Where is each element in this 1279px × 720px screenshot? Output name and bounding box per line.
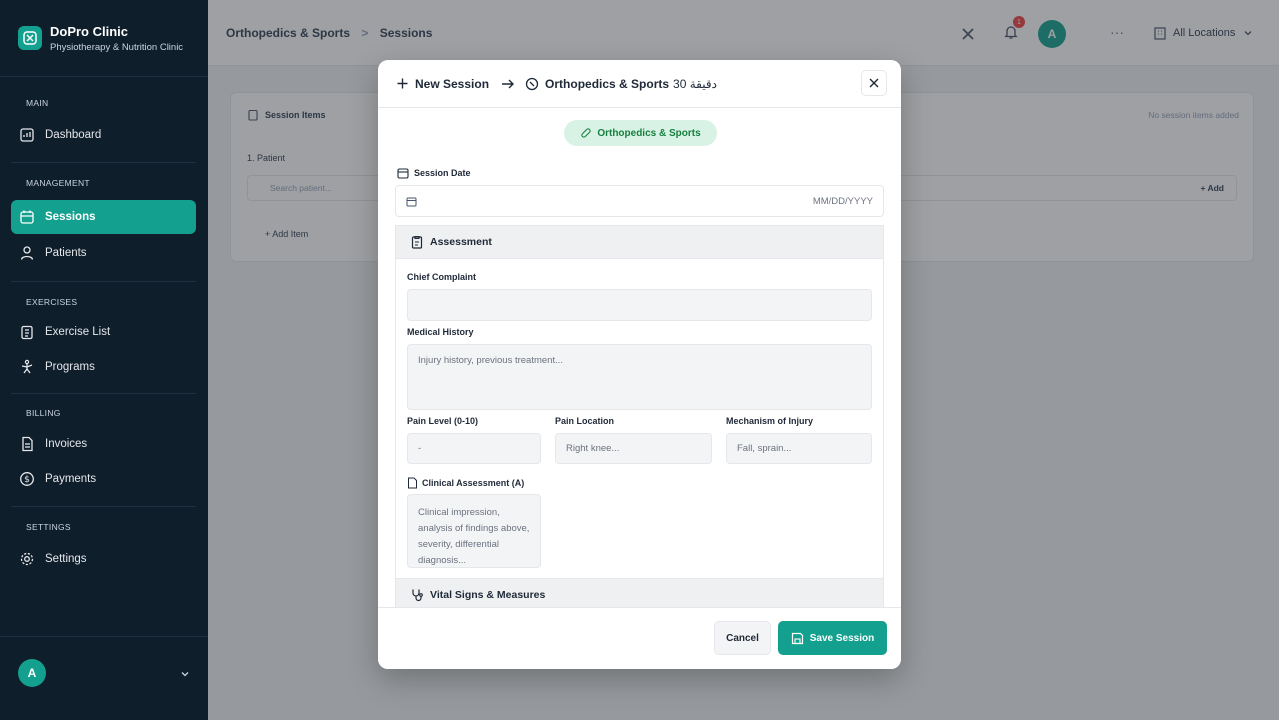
close-icon bbox=[869, 78, 879, 88]
section-management: MANAGEMENT bbox=[26, 178, 90, 188]
clipboard-icon bbox=[411, 235, 423, 249]
chevron-down-icon[interactable] bbox=[180, 669, 190, 679]
mechanism-label: Mechanism of Injury bbox=[726, 416, 814, 426]
medical-history-label: Medical History bbox=[407, 327, 474, 337]
clinic-logo-icon bbox=[18, 26, 42, 50]
session-date-input[interactable]: MM/DD/YYYY bbox=[395, 185, 884, 217]
sidebar-item-label: Payments bbox=[45, 473, 97, 485]
calendar-icon bbox=[406, 197, 417, 206]
medical-history-textarea[interactable]: Injury history, previous treatment... bbox=[407, 344, 872, 410]
sidebar-item-patients[interactable]: Patients bbox=[11, 236, 196, 270]
sidebar-item-label: Exercise List bbox=[45, 326, 111, 338]
svg-text:$: $ bbox=[24, 475, 30, 485]
date-placeholder: MM/DD/YYYY bbox=[812, 195, 873, 207]
chief-complaint-label: Chief Complaint bbox=[407, 272, 476, 282]
session-date-label: Session Date bbox=[397, 167, 471, 179]
sidebar-item-label: Invoices bbox=[45, 438, 88, 450]
avatar[interactable]: A bbox=[18, 659, 46, 687]
plus-icon bbox=[397, 78, 408, 89]
sidebar-item-invoices[interactable]: Invoices bbox=[11, 427, 196, 461]
section-settings: SETTINGS bbox=[26, 522, 71, 532]
clinical-assessment-label: Clinical Assessment (A) bbox=[407, 477, 524, 489]
calendar-icon bbox=[20, 210, 34, 224]
sidebar: DoPro Clinic Physiotherapy & Nutrition C… bbox=[0, 0, 208, 720]
new-session-modal: New Session Orthopedics & Sports 30 دقيق… bbox=[378, 60, 901, 669]
stethoscope-icon bbox=[412, 589, 423, 602]
pain-level-label: Pain Level (0-10) bbox=[407, 416, 479, 426]
cancel-button[interactable]: Cancel bbox=[714, 621, 771, 655]
dollar-icon: $ bbox=[20, 472, 34, 486]
modal-title: New Session bbox=[415, 76, 490, 91]
specialty-pill[interactable]: Orthopedics & Sports bbox=[564, 120, 717, 146]
modal-header: New Session Orthopedics & Sports 30 دقيق… bbox=[378, 60, 901, 108]
specialty-icon bbox=[525, 77, 539, 90]
medical-history-placeholder: Injury history, previous treatment... bbox=[418, 355, 564, 366]
close-button[interactable] bbox=[861, 70, 887, 96]
brand: DoPro Clinic Physiotherapy & Nutrition C… bbox=[0, 0, 208, 77]
sidebar-item-sessions[interactable]: Sessions bbox=[11, 200, 196, 234]
modal-specialty: Orthopedics & Sports bbox=[545, 76, 670, 91]
sidebar-item-programs[interactable]: Programs bbox=[11, 350, 196, 384]
sidebar-divider bbox=[11, 393, 196, 394]
modal-duration: 30 دقيقة bbox=[673, 76, 717, 91]
sidebar-item-label: Settings bbox=[45, 553, 87, 565]
sidebar-item-label: Dashboard bbox=[45, 129, 102, 141]
section-exercises: EXERCISES bbox=[26, 297, 78, 307]
clipboard-icon bbox=[21, 325, 33, 340]
clinical-assessment-textarea[interactable]: Clinical impression, analysis of finding… bbox=[407, 494, 541, 568]
sidebar-item-dashboard[interactable]: Dashboard bbox=[11, 118, 196, 152]
dashboard-icon bbox=[20, 128, 34, 142]
modal-footer: Cancel Save Session bbox=[378, 607, 901, 669]
clinical-placeholder: Clinical impression, analysis of finding… bbox=[418, 507, 530, 566]
user-icon bbox=[20, 246, 34, 260]
section-billing: BILLING bbox=[26, 408, 61, 418]
pill-label: Orthopedics & Sports bbox=[597, 127, 701, 139]
section-main: MAIN bbox=[26, 98, 49, 108]
sidebar-divider bbox=[11, 162, 196, 163]
pain-location-input[interactable]: Right knee... bbox=[555, 433, 712, 464]
pain-location-label: Pain Location bbox=[555, 416, 615, 426]
assessment-section-header[interactable]: Assessment bbox=[395, 225, 884, 259]
sidebar-divider bbox=[11, 506, 196, 507]
invoice-icon bbox=[22, 436, 33, 452]
programs-icon bbox=[21, 359, 33, 374]
bandage-icon bbox=[581, 128, 591, 138]
arrow-right-icon bbox=[502, 79, 515, 88]
save-session-button[interactable]: Save Session bbox=[778, 621, 887, 655]
app-subtitle: Physiotherapy & Nutrition Clinic bbox=[50, 41, 184, 53]
sidebar-item-exercise-list[interactable]: Exercise List bbox=[11, 315, 196, 349]
gear-icon bbox=[20, 552, 34, 566]
sidebar-item-label: Patients bbox=[45, 247, 87, 259]
sidebar-divider bbox=[11, 281, 196, 282]
pain-level-input[interactable]: - bbox=[407, 433, 541, 464]
app-name: DoPro Clinic bbox=[50, 23, 129, 39]
save-icon bbox=[791, 632, 803, 644]
sidebar-item-label: Sessions bbox=[45, 211, 96, 223]
sidebar-item-label: Programs bbox=[45, 361, 95, 373]
mechanism-input[interactable]: Fall, sprain... bbox=[726, 433, 872, 464]
document-icon bbox=[408, 477, 417, 489]
sidebar-item-settings[interactable]: Settings bbox=[11, 542, 196, 576]
calendar-icon bbox=[397, 168, 409, 179]
chief-complaint-input[interactable] bbox=[407, 289, 872, 321]
sidebar-item-payments[interactable]: $ Payments bbox=[11, 462, 196, 496]
sidebar-user[interactable]: A bbox=[0, 636, 208, 720]
